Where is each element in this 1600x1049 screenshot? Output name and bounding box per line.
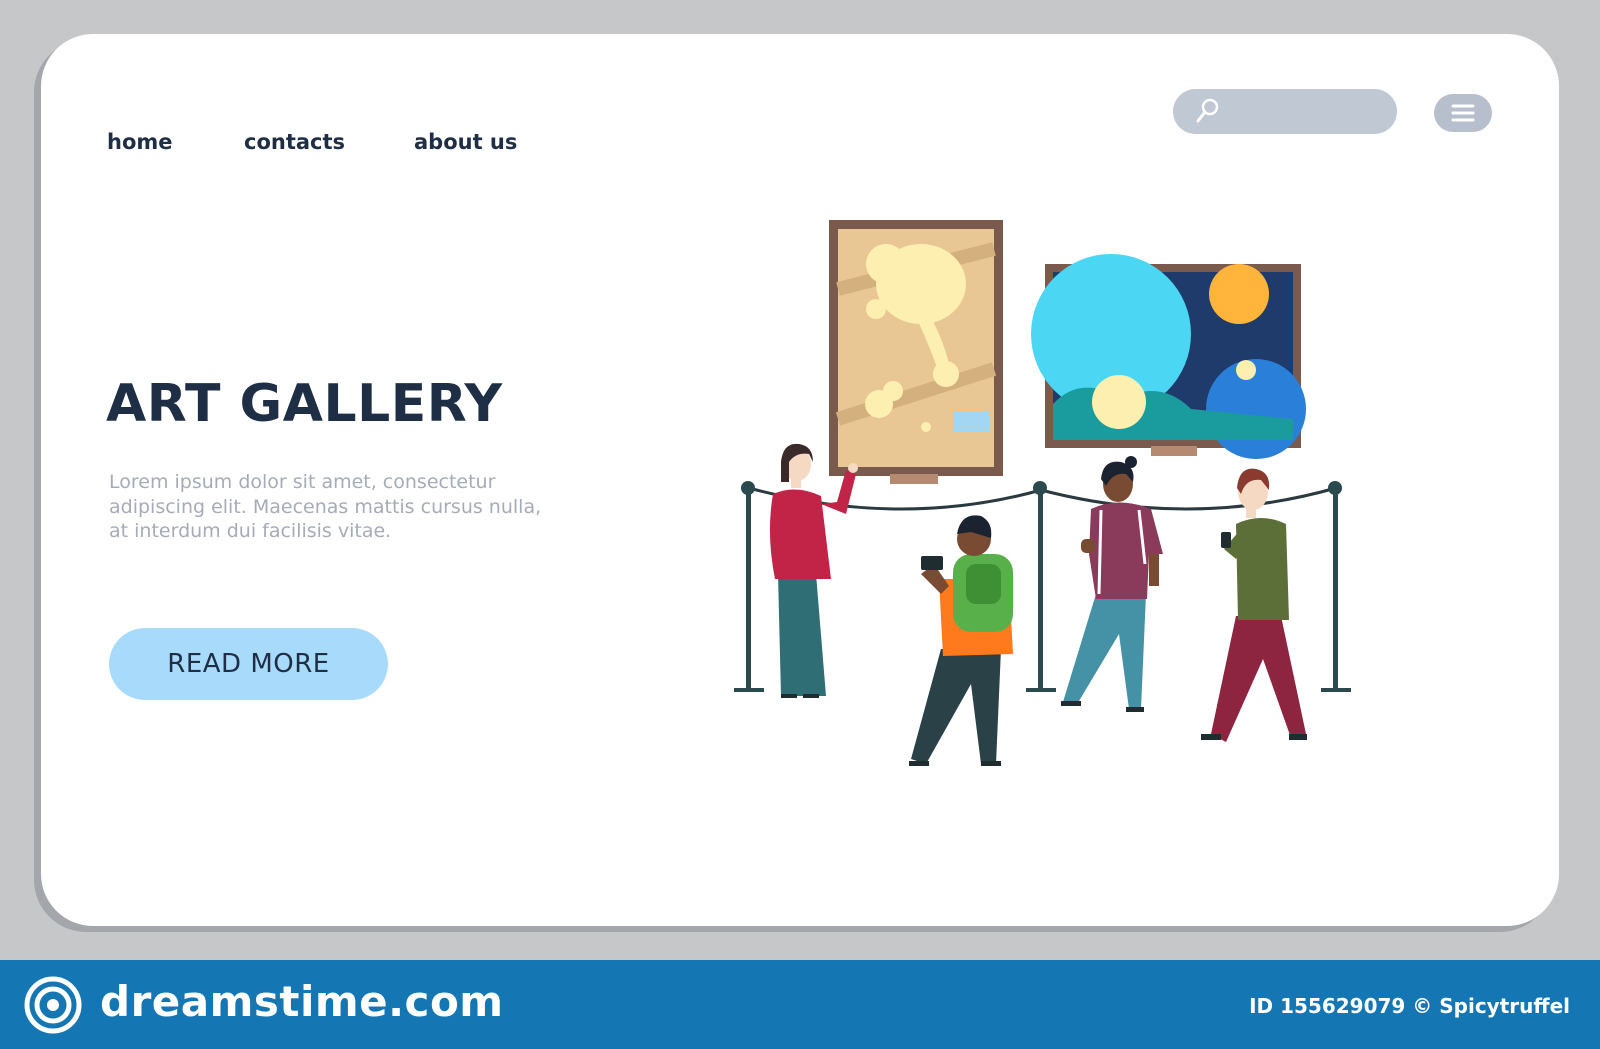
guide-person — [769, 443, 858, 698]
abstract-painting — [829, 220, 1003, 484]
landing-page-card: home contacts about us ART GALLERY Lorem… — [41, 34, 1559, 926]
gallery-visitors-illustration — [734, 220, 1351, 766]
footer-brand[interactable]: dreamstime.com — [100, 977, 504, 1026]
photographer-person — [909, 515, 1013, 766]
footer-credit: ID 155629079 © Spicytruffel — [1249, 994, 1570, 1018]
visitor-woman — [1061, 456, 1163, 712]
space-painting — [1031, 254, 1306, 459]
footer-bar: dreamstime.com ID 155629079 © Spicytruff… — [0, 960, 1600, 1049]
visitor-man — [1201, 468, 1307, 742]
dreamstime-logo-icon — [24, 976, 82, 1034]
